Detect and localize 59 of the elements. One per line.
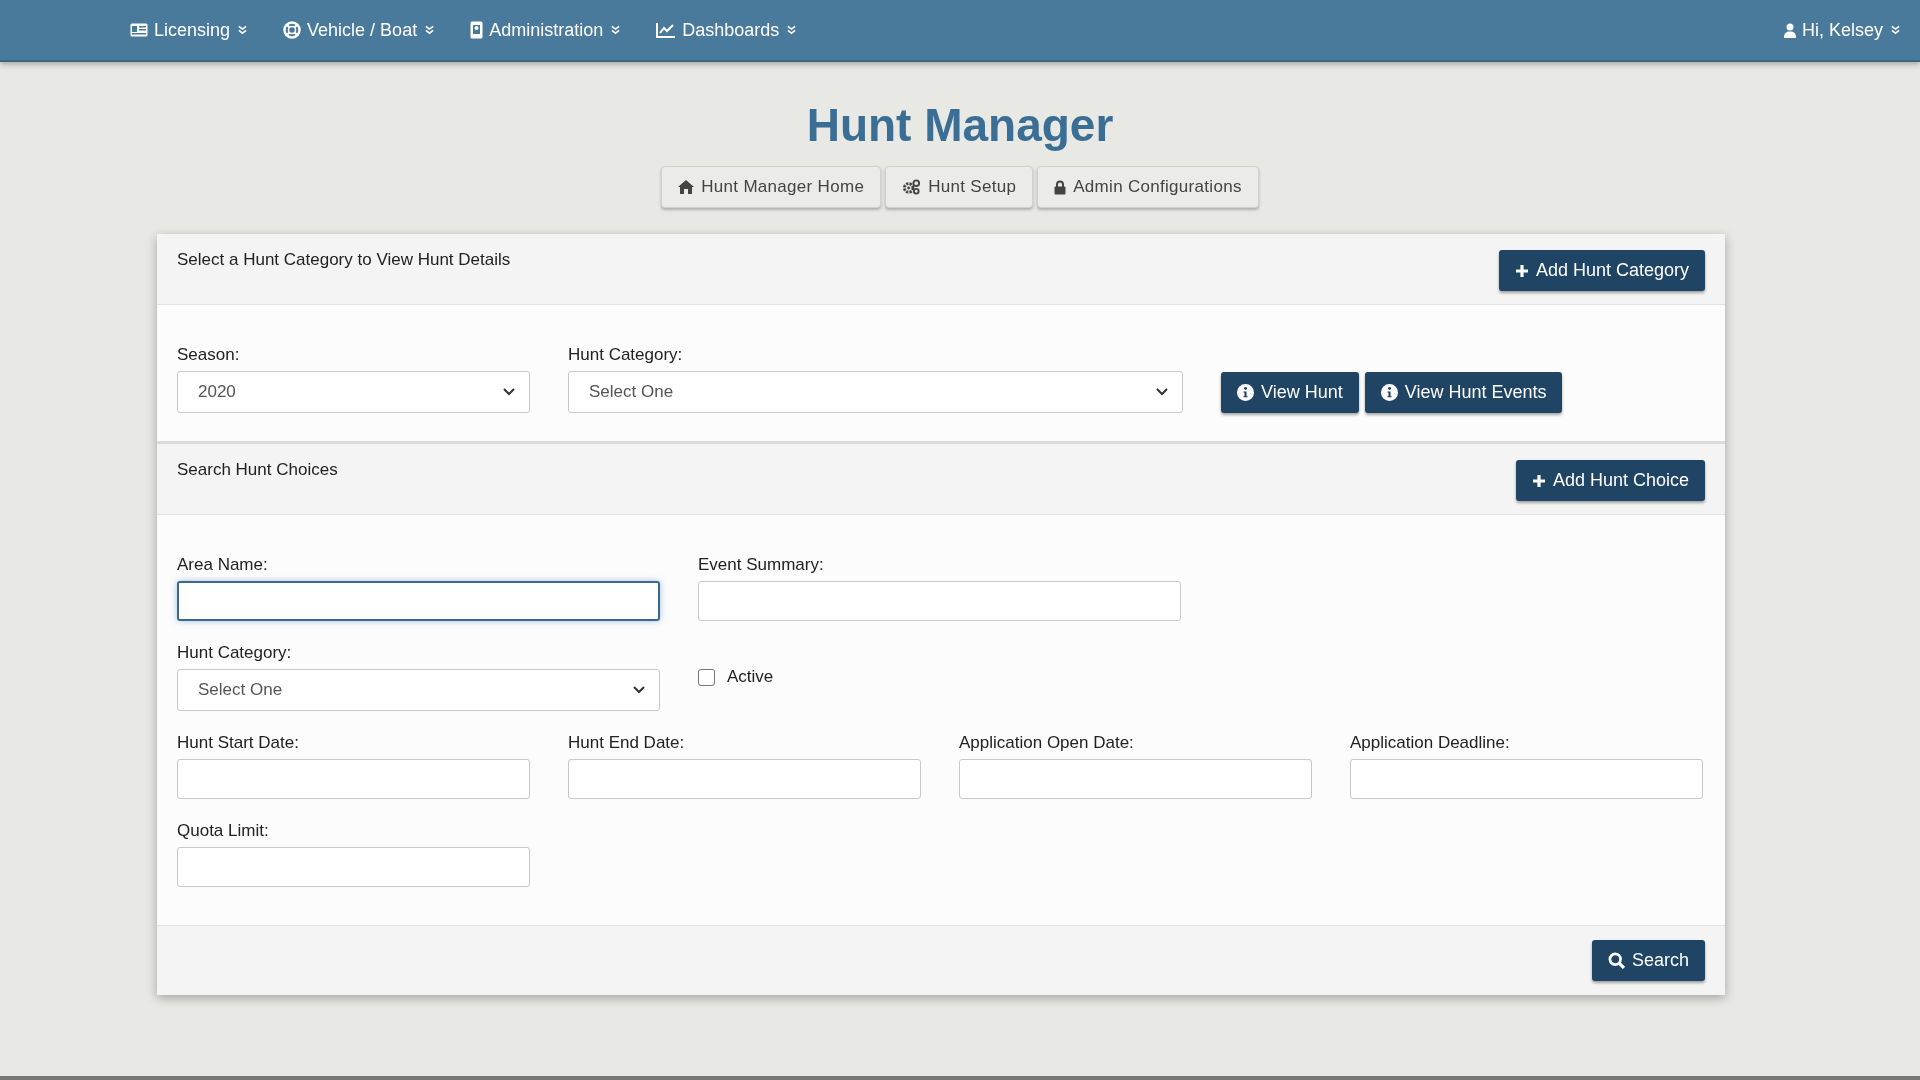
- nav-tab[interactable]: Admin Configurations: [1037, 166, 1259, 208]
- nav-menu[interactable]: Dashboards: [656, 19, 797, 41]
- dropdown[interactable]: Select One: [177, 669, 660, 711]
- field-label: Hunt Category:: [568, 345, 684, 365]
- field-label: Area Name:: [177, 555, 269, 575]
- home-icon: [678, 180, 695, 194]
- dropdown[interactable]: 2020: [177, 371, 530, 413]
- info-icon: [1237, 384, 1254, 401]
- field-label: Application Deadline:: [1350, 733, 1511, 753]
- search-button[interactable]: Search: [1591, 940, 1705, 981]
- add-button[interactable]: Add Hunt Choice: [1515, 460, 1705, 501]
- checkbox[interactable]: [698, 668, 715, 686]
- caret-icon: [503, 388, 515, 396]
- field-label: Season:: [177, 345, 241, 365]
- double-chevron-icon: [1891, 25, 1900, 35]
- text-field[interactable]: [568, 759, 921, 799]
- double-chevron-icon: [238, 25, 248, 35]
- lock-icon: [1054, 179, 1067, 195]
- plus-icon: [1514, 263, 1529, 278]
- caret-icon: [633, 686, 645, 694]
- section-title: Select a Hunt Category to View Hunt Details: [177, 250, 511, 270]
- nav-menu[interactable]: Licensing: [130, 19, 248, 41]
- text-field[interactable]: [177, 581, 660, 621]
- life-ring-icon: [283, 21, 302, 39]
- text-field[interactable]: [698, 581, 1181, 621]
- section-title: Search Hunt Choices: [177, 460, 338, 480]
- caret-icon: [1156, 388, 1168, 396]
- field-label: Hunt Start Date:: [177, 733, 300, 753]
- checkbox-label: Active: [727, 667, 774, 687]
- dropdown[interactable]: Select One: [568, 371, 1183, 413]
- line-chart-icon: [656, 22, 677, 38]
- double-chevron-icon: [611, 25, 621, 35]
- search-icon: [1607, 952, 1625, 969]
- field-label: Quota Limit:: [177, 821, 270, 841]
- view-button[interactable]: View Hunt: [1221, 372, 1359, 413]
- nav-menu[interactable]: Vehicle / Boat: [283, 19, 435, 41]
- text-field[interactable]: [959, 759, 1312, 799]
- add-button[interactable]: Add Hunt Category: [1498, 250, 1705, 291]
- field-label: Application Open Date:: [959, 733, 1135, 753]
- page-title: Hunt Manager: [805, 98, 1115, 152]
- plus-icon: [1531, 473, 1546, 488]
- text-field[interactable]: [177, 759, 530, 799]
- nav-tab[interactable]: Hunt Setup: [885, 166, 1034, 208]
- id-card-icon: [130, 23, 148, 37]
- double-chevron-icon: [787, 25, 797, 35]
- nav-menu[interactable]: Administration: [470, 19, 621, 41]
- text-field[interactable]: [1350, 759, 1703, 799]
- info-icon: [1380, 384, 1398, 401]
- gears-icon: [902, 179, 922, 195]
- field-label: Event Summary:: [698, 555, 825, 575]
- field-label: Hunt Category:: [177, 643, 293, 663]
- field-label: Hunt End Date:: [568, 733, 686, 753]
- text-field[interactable]: [177, 847, 530, 887]
- user-icon: [1783, 22, 1796, 38]
- nav-tab[interactable]: Hunt Manager Home: [661, 166, 882, 208]
- double-chevron-icon: [425, 25, 435, 35]
- user-menu[interactable]: Hi, Kelsey: [1783, 19, 1900, 41]
- view-button[interactable]: View Hunt Events: [1364, 372, 1563, 413]
- id-badge-icon: [470, 21, 484, 39]
